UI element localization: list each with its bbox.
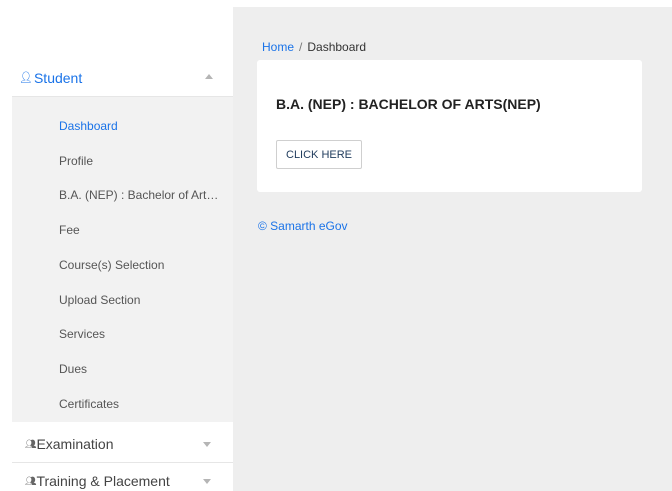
chevron-down-icon (203, 442, 211, 447)
main-content: Home / Dashboard B.A. (NEP) : BACHELOR OF … (233, 7, 672, 491)
user-icon: 👤︎ (19, 72, 33, 84)
sidebar-item-profile[interactable]: Profile (59, 154, 224, 168)
sidebar-item-services[interactable]: Services (59, 327, 224, 341)
breadcrumb: Home / Dashboard (262, 40, 366, 54)
breadcrumb-home-link[interactable]: Home (262, 40, 294, 54)
program-card: B.A. (NEP) : BACHELOR OF ARTS(NEP) CLICK… (257, 60, 642, 192)
nav-student-toggle[interactable]: 👤︎ Student (12, 59, 233, 97)
sidebar-item-course-selection[interactable]: Course(s) Selection (59, 258, 224, 272)
breadcrumb-current: Dashboard (307, 40, 367, 54)
student-submenu: Dashboard Profile B.A. (NEP) : Bachelor … (12, 97, 233, 422)
sidebar: 👤︎ Student Dashboard Profile B.A. (NEP) … (12, 7, 233, 491)
program-title: B.A. (NEP) : BACHELOR OF ARTS(NEP) (276, 96, 541, 112)
click-here-button[interactable]: CLICK HERE (276, 140, 363, 169)
nav-examination-toggle[interactable]: 👥︎ Examination (12, 427, 233, 461)
users-icon: 👥︎ (25, 475, 36, 486)
nav-training-placement-toggle[interactable]: 👥︎ Training & Placement (12, 464, 233, 491)
sidebar-item-dues[interactable]: Dues (59, 362, 224, 376)
nav-training-placement-label: Training & Placement (36, 473, 170, 489)
sidebar-item-fee[interactable]: Fee (59, 223, 224, 237)
sidebar-item-dashboard[interactable]: Dashboard (59, 119, 224, 133)
sidebar-item-upload-section[interactable]: Upload Section (59, 293, 224, 307)
chevron-down-icon (203, 479, 211, 484)
users-icon: 👥︎ (25, 438, 36, 449)
divider (12, 462, 233, 463)
breadcrumb-separator: / (299, 40, 303, 54)
sidebar-item-certificates[interactable]: Certificates (59, 397, 224, 411)
footer-copyright[interactable]: © Samarth eGov (258, 219, 348, 233)
nav-examination-label: Examination (36, 436, 114, 452)
top-strip (0, 0, 672, 7)
chevron-up-icon (205, 74, 213, 79)
nav-student-label: Student (33, 69, 83, 86)
sidebar-item-program[interactable]: B.A. (NEP) : Bachelor of Arts(NEP) (59, 188, 224, 202)
